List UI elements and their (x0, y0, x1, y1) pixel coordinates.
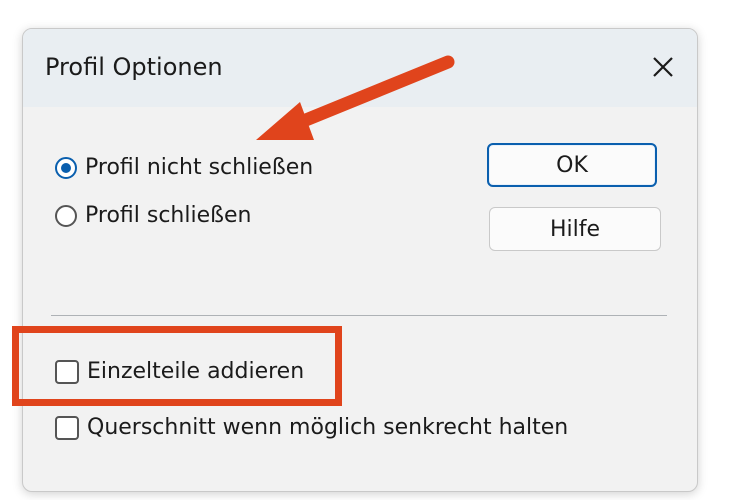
help-button[interactable]: Hilfe (489, 207, 661, 251)
close-button[interactable] (643, 47, 683, 87)
radio-profil-schliessen[interactable]: Profil schließen (55, 203, 251, 228)
screenshot-stage: Profil Optionen Profil nicht schließen P… (0, 0, 734, 500)
checkbox-box[interactable] (55, 415, 79, 440)
radio-button-checked[interactable] (55, 156, 77, 179)
checkbox-querschnitt-senkrecht[interactable]: Querschnitt wenn möglich senkrecht halte… (55, 415, 568, 440)
checkbox-label: Querschnitt wenn möglich senkrecht halte… (87, 415, 569, 440)
radio-profil-nicht-schliessen[interactable]: Profil nicht schließen (55, 155, 313, 180)
separator (51, 315, 667, 316)
radio-button[interactable] (55, 204, 77, 227)
titlebar: Profil Optionen (23, 29, 697, 107)
dialog-title: Profil Optionen (45, 53, 223, 81)
radio-label: Profil nicht schließen (85, 155, 314, 180)
close-icon (653, 57, 673, 77)
radio-label: Profil schließen (85, 203, 252, 228)
profil-optionen-dialog: Profil Optionen Profil nicht schließen P… (22, 28, 698, 492)
ok-button[interactable]: OK (487, 143, 657, 187)
annotation-highlight-box (12, 326, 342, 406)
